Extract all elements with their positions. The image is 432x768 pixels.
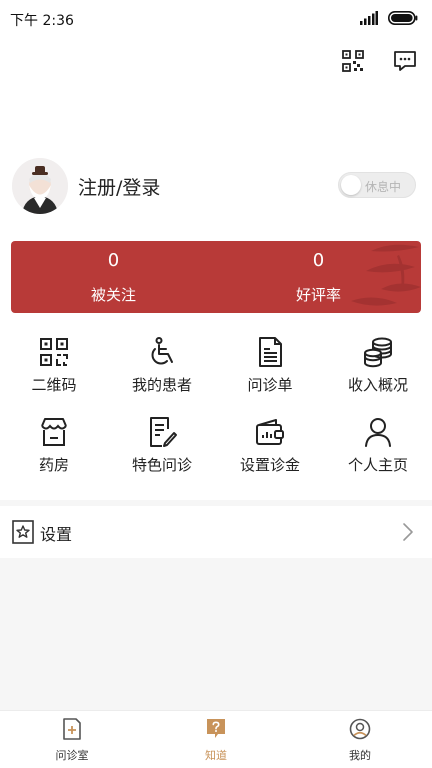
question-icon bbox=[207, 719, 225, 738]
grid-item-income[interactable]: 收入概况 bbox=[324, 336, 432, 402]
status-icons bbox=[360, 11, 418, 25]
grid-item-my-patients[interactable]: 我的患者 bbox=[108, 336, 216, 402]
profile-header: 注册/登录 休息中 0 被关注 0 好评率 二维码 我的患者 问诊单 收入概况 … bbox=[0, 36, 432, 500]
qr-code-icon bbox=[342, 50, 364, 72]
edit-doc-icon bbox=[150, 417, 177, 447]
followers-label: 被关注 bbox=[90, 286, 136, 304]
tab-label: 我的 bbox=[349, 749, 371, 762]
login-register-link[interactable]: 注册/登录 bbox=[78, 173, 160, 200]
settings-label: 设置 bbox=[40, 525, 73, 544]
grid-item-qr-code[interactable]: 二维码 bbox=[0, 336, 108, 402]
rating-stat[interactable]: 0 好评率 bbox=[216, 241, 421, 313]
consult-room-icon bbox=[63, 718, 81, 740]
tab-consult-room[interactable]: 问诊室 bbox=[0, 711, 144, 768]
document-icon bbox=[259, 337, 282, 367]
grid-item-set-fee[interactable]: 设置诊金 bbox=[216, 416, 324, 482]
status-time: 下午 2:36 bbox=[10, 13, 74, 29]
rating-value: 0 bbox=[312, 250, 325, 271]
profile-row: 注册/登录 休息中 bbox=[12, 158, 420, 214]
wheelchair-icon bbox=[151, 337, 173, 365]
status-bar: 下午 2:36 bbox=[0, 0, 432, 36]
doctor-avatar-icon bbox=[12, 158, 68, 214]
coins-icon bbox=[364, 337, 392, 368]
bottom-tab-bar: 问诊室 知道 我的 bbox=[0, 710, 432, 768]
scan-qr-button[interactable] bbox=[340, 48, 366, 74]
rating-label: 好评率 bbox=[295, 286, 341, 304]
rest-status-label: 休息中 bbox=[365, 180, 402, 194]
grid-label: 收入概况 bbox=[347, 376, 408, 394]
avatar[interactable] bbox=[12, 158, 68, 214]
chevron-right-icon bbox=[403, 523, 413, 541]
settings-star-icon bbox=[12, 520, 34, 544]
grid-label: 药房 bbox=[38, 456, 69, 474]
tab-label: 知道 bbox=[205, 749, 227, 762]
tab-mine[interactable]: 我的 bbox=[288, 711, 432, 768]
signal-icon bbox=[360, 11, 378, 25]
profile-icon bbox=[349, 718, 371, 740]
grid-label: 我的患者 bbox=[131, 376, 192, 394]
tab-knowledge[interactable]: 知道 bbox=[144, 711, 288, 768]
qr-code-icon bbox=[40, 338, 68, 366]
grid-item-pharmacy[interactable]: 药房 bbox=[0, 416, 108, 482]
message-button[interactable] bbox=[392, 48, 418, 74]
stats-card: 0 被关注 0 好评率 bbox=[11, 241, 421, 313]
followers-stat[interactable]: 0 被关注 bbox=[11, 241, 216, 313]
grid-label: 问诊单 bbox=[247, 376, 293, 394]
rest-status-toggle[interactable]: 休息中 bbox=[338, 172, 416, 198]
grid-label: 二维码 bbox=[31, 376, 77, 394]
grid-label: 特色问诊 bbox=[131, 456, 192, 474]
toggle-knob bbox=[341, 175, 361, 195]
person-icon bbox=[365, 418, 391, 447]
grid-item-special-consult[interactable]: 特色问诊 bbox=[108, 416, 216, 482]
pharmacy-icon bbox=[41, 418, 67, 446]
wallet-icon bbox=[256, 419, 284, 445]
followers-count: 0 bbox=[107, 250, 120, 271]
top-actions bbox=[340, 48, 418, 74]
grid-item-consult-form[interactable]: 问诊单 bbox=[216, 336, 324, 402]
grid-item-homepage[interactable]: 个人主页 bbox=[324, 416, 432, 482]
battery-icon bbox=[388, 11, 418, 25]
tab-label: 问诊室 bbox=[55, 749, 89, 762]
settings-row[interactable]: 设置 bbox=[0, 506, 432, 558]
message-icon bbox=[394, 51, 416, 71]
grid-label: 个人主页 bbox=[347, 456, 408, 474]
grid-label: 设置诊金 bbox=[239, 456, 300, 474]
